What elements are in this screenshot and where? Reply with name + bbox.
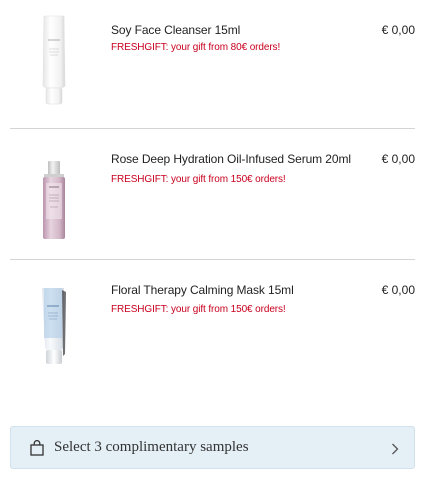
select-samples-label: Select 3 complimentary samples xyxy=(54,439,249,455)
serum-bottle-icon[interactable] xyxy=(24,159,84,241)
cart-item: Floral Therapy Calming Mask 15ml FRESHGI… xyxy=(10,260,415,380)
mask-tube-icon[interactable] xyxy=(24,284,84,366)
cart-item: Soy Face Cleanser 15ml FRESHGIFT: your g… xyxy=(10,0,415,129)
product-price: € 0,00 xyxy=(381,283,415,297)
select-samples-button[interactable]: Select 3 complimentary samples xyxy=(10,426,415,469)
chevron-right-icon xyxy=(391,442,399,455)
product-name[interactable]: Floral Therapy Calming Mask 15ml xyxy=(111,283,294,297)
cart-item: Rose Deep Hydration Oil-Infused Serum 20… xyxy=(10,129,415,260)
promo-message: FRESHGIFT: your gift from 150€ orders! xyxy=(111,174,286,185)
shopping-bag-icon xyxy=(30,440,44,456)
product-name[interactable]: Soy Face Cleanser 15ml xyxy=(111,23,240,37)
promo-message: FRESHGIFT: your gift from 80€ orders! xyxy=(111,42,281,53)
promo-message: FRESHGIFT: your gift from 150€ orders! xyxy=(111,304,286,315)
product-price: € 0,00 xyxy=(381,23,415,37)
product-price: € 0,00 xyxy=(381,152,415,166)
cleanser-tube-icon[interactable] xyxy=(24,14,84,106)
product-name[interactable]: Rose Deep Hydration Oil-Infused Serum 20… xyxy=(111,152,351,166)
